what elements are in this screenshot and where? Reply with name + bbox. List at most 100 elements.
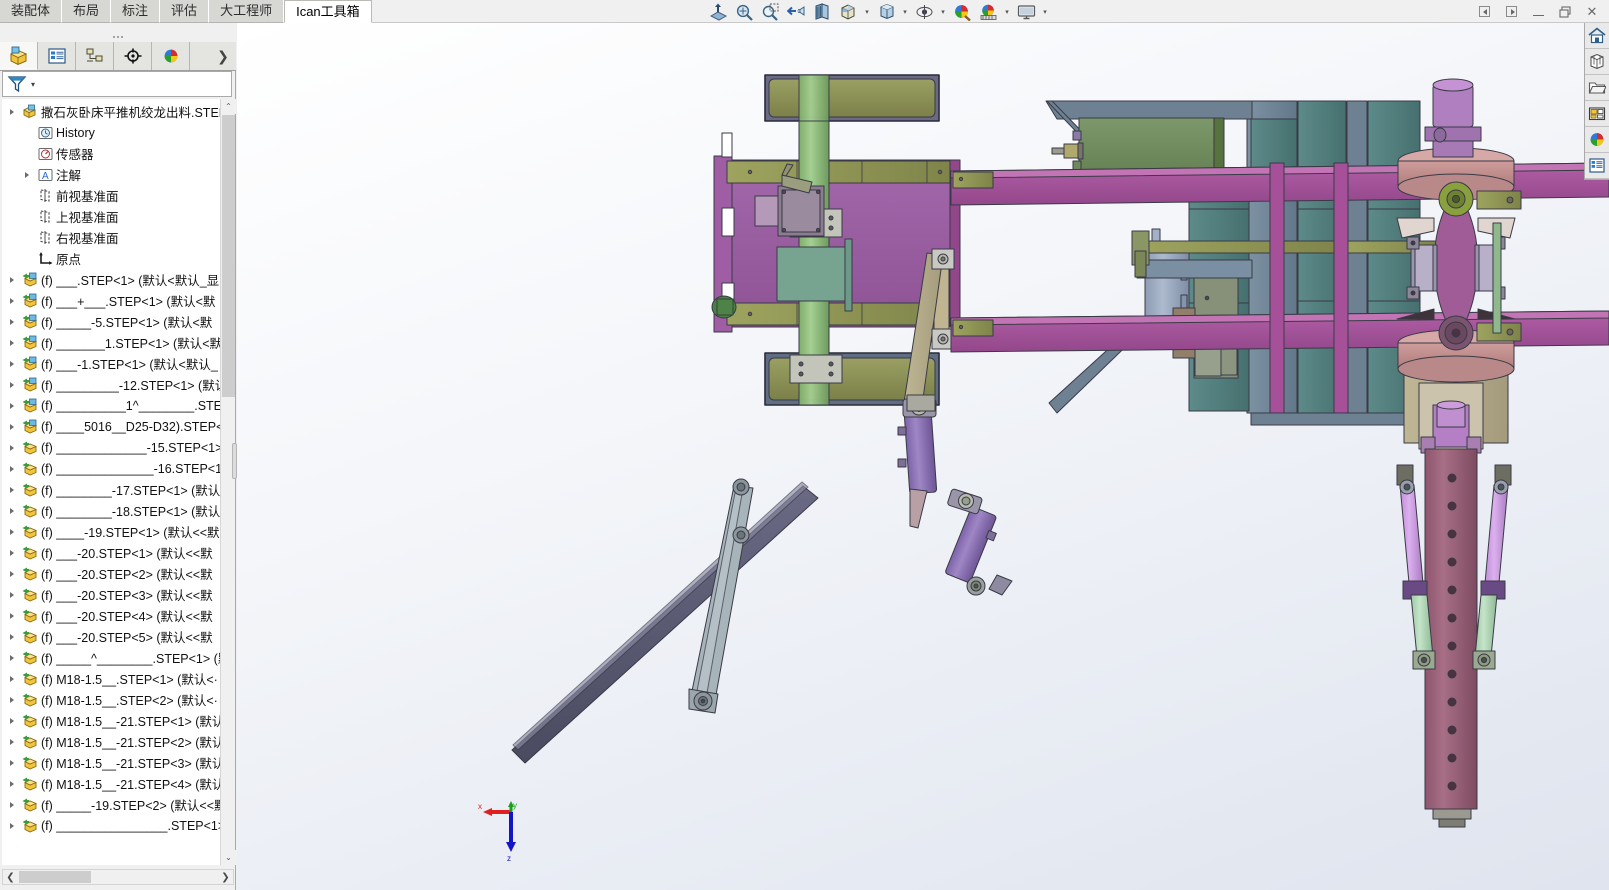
panel-handle-icon[interactable] [112,29,123,38]
tab-big-engineer[interactable]: 大工程师 [209,0,285,23]
expand-arrow-icon[interactable] [4,570,19,577]
tree-item[interactable]: (f) ___-20.STEP<1> (默认<<默 [2,542,220,563]
section-view-icon[interactable] [810,1,834,23]
expand-arrow-icon[interactable] [4,318,19,325]
apply-scene-icon[interactable] [976,1,1000,23]
expand-arrow-icon[interactable] [4,633,19,640]
dimxpert-manager-tab[interactable] [114,42,152,70]
hide-show-items-icon[interactable] [912,1,936,23]
tree-item[interactable]: History [2,122,220,143]
tree-item[interactable]: (f) _____-5.STEP<1> (默认<默 [2,311,220,332]
tab-layout[interactable]: 布局 [62,0,112,23]
tree-horizontal-scroll-thumb[interactable] [19,871,91,883]
previous-view-icon[interactable] [784,1,808,23]
tree-item[interactable]: (f) ___.STEP<1> (默认<默认_显 [2,269,220,290]
filter-caret-icon[interactable]: ▾ [31,80,35,89]
feature-tree[interactable]: 撒石灰卧床平推机绞龙出料.STEP (默 History 传感器 A 注解前视基准面上视… [2,99,234,865]
tree-scroll-up-button[interactable]: ⌃ [221,99,236,114]
expand-arrow-icon[interactable] [4,276,19,283]
close-button[interactable]: ✕ [1579,1,1605,23]
feature-tree-tab[interactable] [0,42,38,70]
minimize-button[interactable] [1525,1,1551,23]
tree-scroll-left-button[interactable]: ❮ [3,870,18,884]
tree-item[interactable]: (f) M18-1.5__-21.STEP<2> (默认 [2,731,220,752]
tree-item[interactable]: (f) M18-1.5__.STEP<2> (默认<· [2,689,220,710]
normal-to-icon[interactable] [706,1,730,23]
tree-item[interactable]: (f) ___+___.STEP<1> (默认<默 [2,290,220,311]
expand-arrow-icon[interactable] [4,402,19,409]
tree-item[interactable]: (f) M18-1.5__-21.STEP<3> (默认 [2,752,220,773]
tree-item[interactable]: 上视基准面 [2,206,220,227]
tree-item[interactable]: (f) ___-20.STEP<5> (默认<<默 [2,626,220,647]
tree-root-item[interactable]: 撒石灰卧床平推机绞龙出料.STEP (默 [2,101,220,122]
tree-scroll-right-button[interactable]: ❯ [218,870,233,884]
tree-item[interactable]: 传感器 [2,143,220,164]
tree-item[interactable]: (f) _______1.STEP<1> (默认<默 [2,332,220,353]
expand-arrow-icon[interactable] [4,591,19,598]
expand-arrow-icon[interactable] [4,108,19,115]
tree-item[interactable]: (f) _____^________.STEP<1> (默 [2,647,220,668]
tree-item[interactable]: (f) ____-19.STEP<1> (默认<<默 [2,521,220,542]
tree-item[interactable]: (f) _____________-15.STEP<1> [2,437,220,458]
appearances-scenes-icon[interactable] [1585,127,1609,153]
nav-forward-button[interactable] [1498,1,1524,23]
display-style-caret-icon[interactable]: ▾ [900,1,910,23]
tree-item[interactable]: (f) _____-19.STEP<2> (默认<<默 [2,794,220,815]
expand-arrow-icon[interactable] [4,717,19,724]
expand-arrow-icon[interactable] [4,738,19,745]
tree-vertical-scrollbar[interactable]: ⌃ ⌄ [220,99,236,865]
expand-arrow-icon[interactable] [4,507,19,514]
graphics-area[interactable]: x y z [237,23,1609,890]
expand-arrow-icon[interactable] [4,549,19,556]
apply-scene-caret-icon[interactable]: ▾ [1002,1,1012,23]
expand-arrow-icon[interactable] [19,171,34,178]
tree-item[interactable]: (f) ________________.STEP<1> [2,815,220,836]
tab-ican-toolbox[interactable]: Ican工具箱 [284,0,372,23]
property-manager-tab[interactable] [38,42,76,70]
tree-scroll-down-button[interactable]: ⌄ [221,850,236,865]
tree-item[interactable]: (f) ________-18.STEP<1> (默认 [2,500,220,521]
display-style-icon[interactable] [874,1,898,23]
expand-arrow-icon[interactable] [4,339,19,346]
feature-manager-more-icon[interactable]: ❯ [210,42,236,70]
expand-arrow-icon[interactable] [4,822,19,829]
view-palette-icon[interactable] [1585,101,1609,127]
view-orientation-caret-icon[interactable]: ▾ [862,1,872,23]
tree-item[interactable]: (f) ___-1.STEP<1> (默认<默认_ [2,353,220,374]
tree-item[interactable]: (f) M18-1.5__-21.STEP<4> (默认 [2,773,220,794]
expand-arrow-icon[interactable] [4,654,19,661]
tree-vertical-scroll-thumb[interactable] [222,115,235,397]
tree-item[interactable]: (f) ___-20.STEP<2> (默认<<默 [2,563,220,584]
tree-item[interactable]: (f) ______________-16.STEP<1 [2,458,220,479]
expand-arrow-icon[interactable] [4,486,19,493]
display-manager-tab[interactable] [152,42,190,70]
expand-arrow-icon[interactable] [4,780,19,787]
expand-arrow-icon[interactable] [4,360,19,367]
tree-item[interactable]: A 注解 [2,164,220,185]
tab-assembly[interactable]: 装配体 [0,0,63,23]
expand-arrow-icon[interactable] [4,759,19,766]
tree-item[interactable]: (f) _________-12.STEP<1> (默认 [2,374,220,395]
restore-button[interactable] [1552,1,1578,23]
configuration-manager-tab[interactable] [76,42,114,70]
expand-arrow-icon[interactable] [4,297,19,304]
expand-arrow-icon[interactable] [4,528,19,535]
tree-item[interactable]: (f) __________1^________.STEP [2,395,220,416]
view-settings-icon[interactable] [1014,1,1038,23]
tree-item[interactable]: (f) ___-20.STEP<4> (默认<<默 [2,605,220,626]
tree-filter-bar[interactable]: ▾ [2,71,232,97]
tree-item[interactable]: 右视基准面 [2,227,220,248]
expand-arrow-icon[interactable] [4,696,19,703]
view-settings-caret-icon[interactable]: ▾ [1040,1,1050,23]
expand-arrow-icon[interactable] [4,465,19,472]
edit-appearance-icon[interactable] [950,1,974,23]
tab-evaluate[interactable]: 评估 [160,0,210,23]
nav-back-button[interactable] [1471,1,1497,23]
tree-item[interactable]: (f) ________-17.STEP<1> (默认 [2,479,220,500]
tree-item[interactable]: 原点 [2,248,220,269]
tree-item[interactable]: (f) M18-1.5__-21.STEP<1> (默认 [2,710,220,731]
tab-annotation[interactable]: 标注 [111,0,161,23]
zoom-to-area-icon[interactable] [758,1,782,23]
expand-arrow-icon[interactable] [4,612,19,619]
expand-arrow-icon[interactable] [4,423,19,430]
